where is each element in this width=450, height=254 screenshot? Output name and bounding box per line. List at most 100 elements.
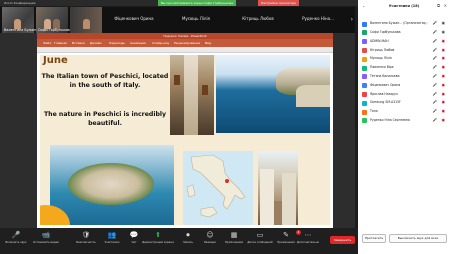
participant-row[interactable]: ADMIN-МАН 🎤 ▣ <box>358 38 450 47</box>
avatar <box>362 56 367 62</box>
participant-tile[interactable]: Кітриць Любов <box>228 7 288 33</box>
participant-name: Samsung SM-A315F <box>370 100 401 105</box>
end-meeting-button[interactable]: Завершить <box>330 236 355 244</box>
avatar <box>362 100 367 106</box>
tile-name: Фіценкович Орина <box>114 16 154 21</box>
tile-name: Кітриць Любов <box>242 16 274 21</box>
ribbon-tab[interactable]: Слайд-шоу <box>152 41 169 45</box>
ribbon-tab[interactable]: Рецензирование <box>174 41 200 45</box>
mic-muted-icon[interactable]: 🎤 <box>433 65 437 69</box>
participant-row[interactable]: Кітриць Любов 🎤 ▣ <box>358 46 450 55</box>
slide-text-nature: The nature in Peschici is incredibly bea… <box>43 111 167 127</box>
mic-muted-icon[interactable]: 🎤 <box>433 56 437 60</box>
share-banner: Вы просматриваете экран Софи Горбунькова <box>158 0 237 6</box>
ribbon-tab[interactable]: Вид <box>205 41 211 45</box>
camera-off-icon[interactable]: ▣ <box>442 56 445 60</box>
avatar <box>362 109 367 115</box>
mic-muted-icon[interactable]: 🎤 <box>433 92 437 96</box>
camera-off-icon[interactable]: ▣ <box>442 100 445 104</box>
ribbon-tab[interactable]: Файл <box>43 41 51 45</box>
coast-photo <box>216 55 330 133</box>
participant-name: Руденко Ніна Сергеевна <box>370 118 410 123</box>
participant-row[interactable]: Таня 🎤 ▣ <box>358 108 450 117</box>
participant-tile[interactable] <box>70 7 102 33</box>
tile-name: Софи Горбунькова <box>38 28 72 32</box>
mic-muted-icon[interactable]: 🎤 <box>433 100 437 104</box>
mic-muted-icon[interactable]: 🎤 <box>433 39 437 43</box>
view-options-button[interactable]: Настройки просмотра <box>258 0 299 6</box>
ribbon-tab[interactable]: Вставка <box>72 41 85 45</box>
stop-video-button[interactable]: 📹 Остановить видео <box>30 230 62 244</box>
participant-name: Таня <box>370 109 378 114</box>
camera-off-icon[interactable]: ▣ <box>442 39 445 43</box>
participant-name: Мусюць Лілія <box>370 56 392 61</box>
camera-off-icon[interactable]: ▣ <box>442 109 445 113</box>
camera-icon[interactable]: ▣ <box>442 30 445 34</box>
participant-tile[interactable]: Фіценкович Орина <box>104 7 164 33</box>
mic-muted-icon[interactable]: 🎤 <box>433 74 437 78</box>
mic-muted-icon[interactable]: 🎤 <box>433 83 437 87</box>
avatar <box>362 118 367 124</box>
camera-icon[interactable]: ▣ <box>442 21 445 25</box>
meeting-toolbar: 🎤 Включить звук 📹 Остановить видео 🛡 Без… <box>0 228 358 254</box>
ribbon-tab[interactable]: Переходы <box>109 41 125 45</box>
avatar <box>362 47 367 53</box>
avatar <box>362 21 367 27</box>
street-photo <box>258 151 298 225</box>
slide-heading: June <box>43 55 68 66</box>
participant-tile[interactable]: Мусюць Лілія <box>166 7 226 33</box>
camera-off-icon[interactable]: ▣ <box>442 118 445 122</box>
slide-text-location: The Italian town of Peschici, located in… <box>41 73 169 89</box>
invite-button[interactable]: Пригласить <box>362 234 386 243</box>
camera-off-icon[interactable]: ▣ <box>442 48 445 52</box>
participant-tile[interactable]: Руденко Ніна... <box>290 7 346 33</box>
app-title: Zoom Конференция <box>4 1 36 5</box>
participant-strip: Валентина Бужан... Софи Горбунькова Фіце… <box>0 7 355 33</box>
unmute-button[interactable]: 🎤 Включить звук <box>0 230 32 244</box>
participant-row[interactable]: Тетяна Васильева 🎤 ▣ <box>358 73 450 82</box>
italy-map-icon <box>186 154 246 218</box>
mic-muted-icon[interactable]: 🎤 <box>433 118 437 122</box>
participant-name: ADMIN-МАН <box>370 38 389 43</box>
zoom-window: Zoom Конференция Вы просматриваете экран… <box>0 0 450 254</box>
participant-row[interactable]: Руденко Ніна Сергеевна 🎤 ▣ <box>358 117 450 126</box>
slide: June The Italian town of Peschici, locat… <box>40 55 330 225</box>
camera-off-icon[interactable]: ▣ <box>442 65 445 69</box>
participant-name: Ярослав Назарук <box>370 91 398 96</box>
mic-muted-icon[interactable]: 🎤 <box>433 109 437 113</box>
ribbon-tab[interactable]: Анимация <box>130 41 146 45</box>
avatar <box>362 65 367 71</box>
participant-tile[interactable]: Софи Горбунькова <box>36 7 72 33</box>
powerpoint-window: Подорож Італією - PowerPoint Файл Главна… <box>37 33 333 228</box>
mic-muted-icon[interactable]: 🎤 <box>433 48 437 52</box>
participant-row[interactable]: Валентина Бужан... (Организатор, я) 🎤 ▣ <box>358 20 450 29</box>
participant-row[interactable]: Павленко Віра 🎤 ▣ <box>358 64 450 73</box>
participant-row[interactable]: Samsung SM-A315F 🎤 ▣ <box>358 99 450 108</box>
ribbon-tab[interactable]: Главная <box>54 41 67 45</box>
participant-name: Павленко Віра <box>370 65 394 70</box>
share-icon: ⬆ <box>155 231 161 239</box>
participant-row[interactable]: Софи Горбунькова 🎤 ▣ <box>358 29 450 38</box>
popout-icon[interactable]: ⧉ <box>437 3 440 8</box>
video-icon: 📹 <box>41 231 51 239</box>
ribbon-tab[interactable]: Дизайн <box>90 41 102 45</box>
participant-row[interactable]: Фіценкович Орина 🎤 ▣ <box>358 82 450 91</box>
mute-all-button[interactable]: Выключить звук для всех <box>389 234 447 243</box>
participants-panel: ⌄ Участники (18) ⧉ ✕ Валентина Бужан... … <box>358 0 450 254</box>
mic-icon[interactable]: 🎤 <box>433 30 437 34</box>
chevron-right-icon[interactable]: › <box>351 16 353 23</box>
participant-list: Валентина Бужан... (Организатор, я) 🎤 ▣ Соф… <box>358 20 450 126</box>
participant-name: Валентина Бужан... (Организатор, я) <box>370 21 428 26</box>
participant-name: Фіценкович Орина <box>370 82 401 87</box>
participant-row[interactable]: Ярослав Назарук 🎤 ▣ <box>358 90 450 99</box>
map-image <box>183 151 253 225</box>
camera-off-icon[interactable]: ▣ <box>442 92 445 96</box>
participant-tile[interactable]: Валентина Бужан... <box>2 7 39 33</box>
camera-off-icon[interactable]: ▣ <box>442 74 445 78</box>
share-screen-button[interactable]: ⬆ Демонстрация экрана <box>142 230 174 244</box>
camera-off-icon[interactable]: ▣ <box>442 83 445 87</box>
close-icon[interactable]: ✕ <box>444 3 447 8</box>
notification-badge: 2 <box>296 230 301 235</box>
participant-row[interactable]: Мусюць Лілія 🎤 ▣ <box>358 55 450 64</box>
mic-icon[interactable]: 🎤 <box>433 21 437 25</box>
